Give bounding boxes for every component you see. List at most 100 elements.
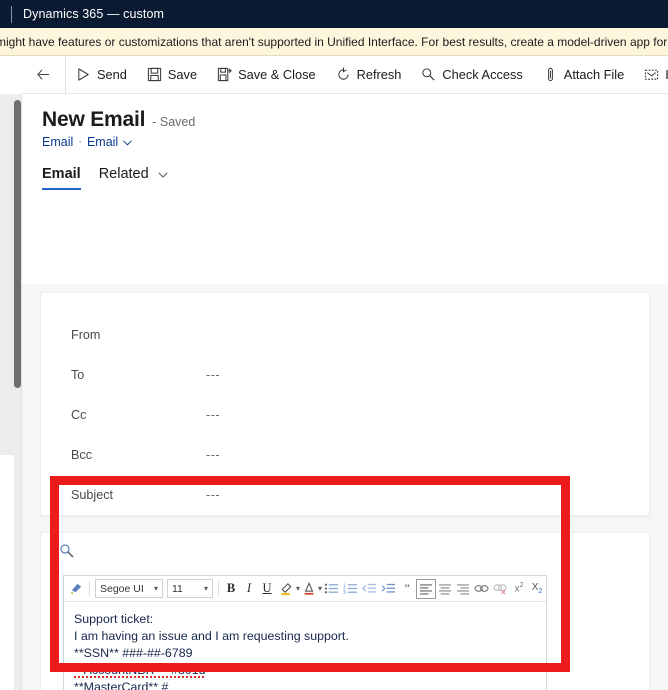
blockquote-icon[interactable]: ” (398, 579, 416, 599)
form-canvas: From To --- Cc --- Bcc --- Subject --- S… (22, 284, 668, 690)
increase-indent-icon[interactable] (379, 579, 398, 599)
superscript-icon[interactable]: x2 (510, 579, 528, 599)
tab-email[interactable]: Email (42, 166, 81, 191)
record-page: New Email - Saved Email · Email Email Re… (22, 94, 668, 690)
insert-link-icon[interactable] (472, 579, 491, 599)
save-status: - Saved (152, 115, 196, 129)
breadcrumb-entity[interactable]: Email (42, 135, 73, 149)
title-row: New Email - Saved (42, 108, 668, 132)
editor-line: **AccountNBR** #801d (74, 662, 536, 679)
left-gutter-fill (0, 455, 14, 690)
save-close-icon (217, 67, 232, 82)
page-scrollbar-thumb[interactable] (14, 100, 21, 388)
numbered-list-icon[interactable]: 1 2 3 (341, 579, 360, 599)
align-center-icon[interactable] (436, 579, 454, 599)
align-left-icon[interactable] (416, 578, 437, 599)
page-title: New Email (42, 108, 146, 131)
format-painter-icon[interactable] (67, 579, 86, 599)
field-value-subject[interactable]: --- (206, 488, 220, 502)
refresh-label: Refresh (356, 67, 402, 82)
font-family-combo[interactable]: Segoe UI ▾ (95, 579, 163, 598)
chevron-down-icon: ▾ (203, 584, 208, 593)
svg-text:3: 3 (343, 590, 346, 595)
attach-file-button[interactable]: Attach File (533, 56, 634, 93)
field-row-subject: Subject --- (71, 475, 649, 515)
field-label-cc: Cc (71, 408, 87, 422)
field-label-subject: Subject (71, 488, 114, 502)
back-button[interactable] (22, 56, 66, 93)
window-title: Dynamics 365 — custom (23, 7, 165, 21)
check-access-label: Check Access (442, 67, 523, 82)
editor-line: **MasterCard** # (74, 680, 169, 690)
tab-related-label: Related (98, 166, 149, 182)
bold-glyph: B (226, 581, 236, 595)
command-bar: Send Save Save & Close Refresh Check Acc… (22, 56, 668, 94)
tab-email-label: Email (42, 166, 81, 183)
unsupported-features-banner: might have features or customizations th… (0, 28, 668, 56)
send-button[interactable]: Send (66, 56, 137, 93)
misspelled-text: **AccountNBR** #801d (74, 663, 206, 679)
insert-template-button[interactable]: Insert Template (634, 56, 668, 93)
back-arrow-icon (37, 69, 50, 80)
editor-line: Support ticket: (74, 612, 154, 626)
chevron-down-icon[interactable] (123, 135, 133, 149)
font-color-icon[interactable] (300, 579, 318, 599)
breadcrumb-form[interactable]: Email (87, 135, 118, 149)
subscript-icon[interactable]: X2 (528, 579, 546, 599)
app-window: Dynamics 365 — custom might have feature… (0, 0, 668, 690)
chevron-down-icon (158, 166, 168, 182)
attach-file-icon (547, 67, 553, 82)
record-header: New Email - Saved Email · Email Email Re… (22, 94, 668, 191)
breadcrumb-separator: · (78, 136, 82, 148)
remove-link-icon[interactable] (491, 579, 510, 599)
bold-icon[interactable]: B (222, 579, 240, 599)
title-bar-divider (11, 5, 12, 23)
italic-icon[interactable]: I (240, 579, 258, 599)
send-label: Send (97, 67, 127, 82)
decrease-indent-icon[interactable] (360, 579, 379, 599)
underline-glyph: U (262, 581, 272, 595)
save-button[interactable]: Save (137, 56, 207, 93)
font-size-value: 11 (172, 582, 183, 595)
check-access-button[interactable]: Check Access (411, 56, 532, 93)
tab-related[interactable]: Related (99, 166, 168, 190)
field-value-cc[interactable]: --- (206, 408, 220, 422)
save-close-label: Save & Close (238, 67, 316, 82)
save-and-close-button[interactable]: Save & Close (207, 56, 326, 93)
field-row-bcc: Bcc --- (71, 435, 649, 475)
search-icon[interactable] (59, 543, 79, 563)
font-size-combo[interactable]: 11 ▾ (167, 579, 213, 598)
toolbar-separator (218, 580, 219, 597)
align-right-icon[interactable] (454, 579, 472, 599)
field-label-from: From (71, 328, 101, 342)
rich-text-editor[interactable]: Segoe UI ▾ 11 ▾ B I U ▾ ▾ 1 2 3 ” x2 X2 … (63, 575, 547, 690)
editor-toolbar: Segoe UI ▾ 11 ▾ B I U ▾ ▾ 1 2 3 ” x2 X2 (64, 576, 546, 602)
check-access-icon (422, 68, 435, 81)
editor-line: I am having an issue and I am requesting… (74, 629, 349, 643)
italic-glyph: I (246, 581, 252, 595)
send-icon (78, 68, 89, 81)
font-family-value: Segoe UI (100, 582, 144, 595)
field-value-to[interactable]: --- (206, 368, 220, 382)
title-bar: Dynamics 365 — custom (0, 0, 668, 28)
underline-icon[interactable]: U (258, 579, 276, 599)
field-row-to: To --- (71, 355, 649, 395)
field-row-from: From (71, 315, 649, 355)
breadcrumb: Email · Email (42, 135, 668, 149)
field-label-bcc: Bcc (71, 448, 92, 462)
editor-content[interactable]: Support ticket: I am having an issue and… (64, 602, 546, 690)
banner-message: might have features or customizations th… (0, 34, 668, 49)
email-header-card: From To --- Cc --- Bcc --- Subject --- (40, 292, 650, 516)
toolbar-separator (89, 580, 90, 597)
highlight-color-icon[interactable] (276, 579, 296, 599)
bulleted-list-icon[interactable] (322, 579, 341, 599)
save-icon (147, 67, 161, 82)
field-value-bcc[interactable]: --- (206, 448, 220, 462)
refresh-icon (337, 67, 349, 80)
save-label: Save (167, 67, 198, 82)
form-tabs: Email Related (42, 166, 668, 191)
email-body-card: Segoe UI ▾ 11 ▾ B I U ▾ ▾ 1 2 3 ” x2 X2 … (40, 532, 650, 690)
editor-line: **SSN** ###-##-6789 (74, 646, 193, 660)
attach-file-label: Attach File (563, 67, 625, 82)
refresh-button[interactable]: Refresh (326, 56, 412, 93)
